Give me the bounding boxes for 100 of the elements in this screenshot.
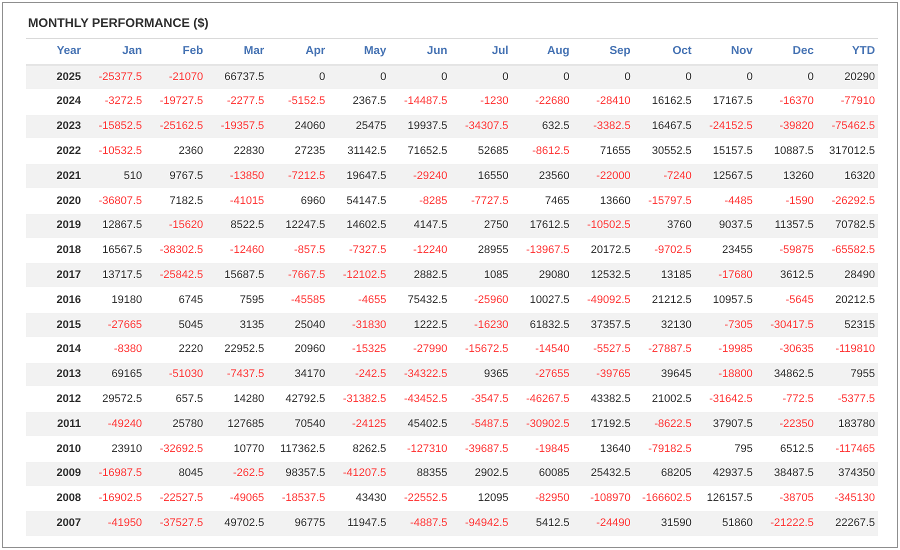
table-cell: 17192.5 <box>572 412 634 436</box>
table-cell: 0 <box>634 64 695 90</box>
table-cell: -30417.5 <box>756 312 817 338</box>
table-cell: 2882.5 <box>389 262 450 288</box>
table-cell: 29080 <box>511 262 572 288</box>
table-cell: 22267.5 <box>816 510 878 536</box>
year-cell: 2009 <box>26 461 84 486</box>
table-cell: 19937.5 <box>389 114 450 139</box>
table-cell: 25780 <box>145 412 206 436</box>
table-cell: -41207.5 <box>328 461 390 486</box>
table-cell: 14602.5 <box>328 213 390 238</box>
table-cell: 632.5 <box>511 114 572 139</box>
table-cell: -29240 <box>389 164 450 188</box>
table-cell: -17680 <box>694 262 756 288</box>
table-cell: -27655 <box>511 362 572 387</box>
table-cell: -7240 <box>634 164 695 188</box>
year-cell: 2019 <box>26 213 84 238</box>
table-cell: -30902.5 <box>511 412 572 436</box>
table-cell: 0 <box>511 64 572 90</box>
table-cell: -39765 <box>572 362 634 387</box>
table-cell: 3612.5 <box>756 262 817 288</box>
table-cell: 183780 <box>816 412 878 436</box>
table-cell: 0 <box>389 64 450 90</box>
table-cell: 25040 <box>267 312 328 338</box>
table-cell: 13260 <box>756 164 817 188</box>
table-cell: -7305 <box>694 312 756 338</box>
table-cell: 60085 <box>511 461 572 486</box>
table-cell: 34862.5 <box>756 362 817 387</box>
table-cell: 12532.5 <box>572 262 634 288</box>
table-cell: -22350 <box>756 412 817 436</box>
table-cell: 16550 <box>450 164 512 188</box>
table-cell: 12867.5 <box>84 213 146 238</box>
table-cell: 24060 <box>267 114 328 139</box>
table-cell: -41950 <box>84 510 146 536</box>
table-cell: -7437.5 <box>206 362 268 387</box>
table-cell: -24125 <box>328 412 390 436</box>
table-cell: 16467.5 <box>634 114 695 139</box>
table-cell: 2750 <box>450 213 512 238</box>
table-cell: -25162.5 <box>145 114 206 139</box>
table-cell: 11357.5 <box>756 213 817 238</box>
table-cell: 70540 <box>267 412 328 436</box>
table-cell: -16987.5 <box>84 461 146 486</box>
table-cell: 3760 <box>634 213 695 238</box>
table-cell: 510 <box>84 164 146 188</box>
table-cell: -7667.5 <box>267 262 328 288</box>
table-cell: 5045 <box>145 312 206 338</box>
table-cell: 98357.5 <box>267 461 328 486</box>
table-cell: 49702.5 <box>206 510 268 536</box>
table-cell: 13185 <box>634 262 695 288</box>
table-cell: -75462.5 <box>816 114 878 139</box>
year-cell: 2025 <box>26 64 84 90</box>
table-cell: -262.5 <box>206 461 268 486</box>
table-cell: -51030 <box>145 362 206 387</box>
table-cell: 0 <box>756 64 817 90</box>
table-cell: -37527.5 <box>145 510 206 536</box>
table-title: MONTHLY PERFORMANCE ($) <box>28 15 210 31</box>
table-cell: 2902.5 <box>450 461 512 486</box>
table-cell: -18800 <box>694 362 756 387</box>
table-cell: 17612.5 <box>511 213 572 238</box>
table-cell: 88355 <box>389 461 450 486</box>
table-cell: 0 <box>328 64 390 90</box>
table-cell: 374350 <box>816 461 878 486</box>
table-cell: -27665 <box>84 312 146 338</box>
table-cell: 68205 <box>634 461 695 486</box>
table-cell: 8522.5 <box>206 213 268 238</box>
table-cell: 1085 <box>450 262 512 288</box>
table-cell: 70782.5 <box>816 213 878 238</box>
table-cell: 28490 <box>816 262 878 288</box>
table-cell: 52315 <box>816 312 878 338</box>
table-cell: 66737.5 <box>206 64 268 90</box>
year-cell: 2011 <box>26 412 84 436</box>
table-cell: 4147.5 <box>389 213 450 238</box>
table-cell: 32130 <box>634 312 695 338</box>
table-cell: -24490 <box>572 510 634 536</box>
table-cell: -7212.5 <box>267 164 328 188</box>
year-cell: 2023 <box>26 114 84 139</box>
table-cell: 25432.5 <box>572 461 634 486</box>
table-cell: -34307.5 <box>450 114 512 139</box>
table-cell: -10502.5 <box>572 213 634 238</box>
table-cell: -19357.5 <box>206 114 268 139</box>
table-cell: 9767.5 <box>145 164 206 188</box>
table-cell: 0 <box>450 64 512 90</box>
year-cell: 2017 <box>26 262 84 288</box>
table-cell: 31590 <box>634 510 695 536</box>
table-cell: -25377.5 <box>84 64 146 90</box>
table-cell: -5487.5 <box>450 412 512 436</box>
table-cell: 37907.5 <box>694 412 756 436</box>
table-cell: 69165 <box>84 362 146 387</box>
table-cell: -4887.5 <box>389 510 450 536</box>
table-cell: 12247.5 <box>267 213 328 238</box>
table-cell: -25842.5 <box>145 262 206 288</box>
table-cell: 61832.5 <box>511 312 572 338</box>
year-cell: 2013 <box>26 362 84 387</box>
table-cell: 15687.5 <box>206 262 268 288</box>
table-cell: 20290 <box>816 64 878 90</box>
table-cell: 42937.5 <box>694 461 756 486</box>
table-cell: -13850 <box>206 164 268 188</box>
table-cell: -22000 <box>572 164 634 188</box>
table-cell: -31830 <box>328 312 390 338</box>
table-cell: 23560 <box>511 164 572 188</box>
